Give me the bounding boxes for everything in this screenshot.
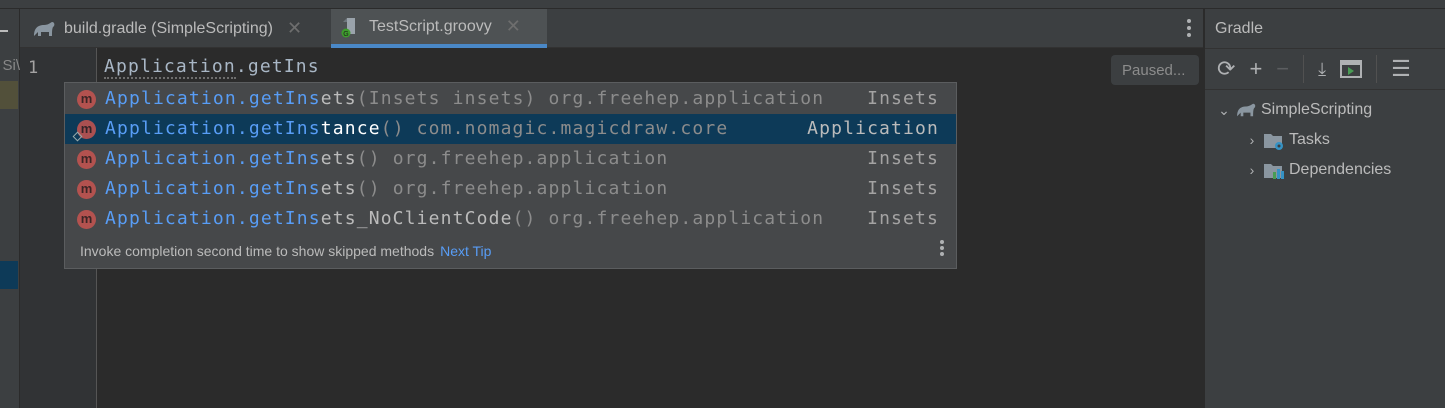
run-task-icon[interactable] (1340, 60, 1363, 78)
return-type: Insets (867, 88, 939, 109)
completion-item[interactable]: m Application.getInsets_NoClientCode() or… (65, 204, 956, 234)
code-class-ref: Application (104, 56, 236, 79)
method-params-location: () org.freehep.application (512, 208, 825, 229)
method-icon: m (77, 150, 96, 169)
method-params-location: () org.freehep.application (356, 148, 669, 169)
matched-text: Application.getIns (105, 178, 321, 199)
completion-item[interactable]: m Application.getInsets() org.freehep.app… (65, 174, 956, 204)
tasks-folder-icon (1263, 132, 1285, 150)
method-suffix: ets_NoClientCode (320, 208, 513, 229)
more-tabs-icon[interactable] (1187, 19, 1191, 37)
minimize-icon[interactable] (0, 30, 8, 32)
method-suffix: tance (320, 118, 381, 139)
project-selected-row (0, 261, 18, 289)
project-highlight-row (0, 81, 18, 109)
completion-signature: Application.getInsets_NoClientCode() org… (105, 208, 824, 229)
tree-item-label: Tasks (1289, 131, 1330, 148)
gradle-tool-window: Gradle ⟳ + − ⤓ ☰ ⌄ SimpleScripting › Tasks ›… (1204, 9, 1445, 408)
status-indicator: Paused... (1111, 55, 1199, 85)
popup-options-icon[interactable] (940, 240, 944, 256)
matched-text: Application.getIns (105, 118, 321, 139)
code-line[interactable]: Application.getIns (104, 56, 320, 79)
project-panel-edge[interactable]: \Si (0, 9, 20, 408)
svg-text:G: G (343, 31, 348, 38)
close-tab-icon[interactable]: ✕ (287, 18, 302, 39)
method-suffix: ets (320, 178, 357, 199)
toolbar-separator (1376, 55, 1378, 83)
add-icon[interactable]: + (1249, 56, 1262, 82)
gradle-toolbar: ⟳ + − ⤓ ☰ (1205, 48, 1445, 90)
toolbar-separator (1303, 55, 1305, 83)
tree-item-label: SimpleScripting (1261, 101, 1373, 118)
gradle-project-icon (1235, 102, 1257, 118)
line-number: 1 (28, 58, 39, 78)
tree-item[interactable]: › Dependencies (1205, 155, 1445, 185)
method-params-location: () com.nomagic.magicdraw.core (380, 118, 729, 139)
download-icon[interactable]: ⤓ (1318, 59, 1326, 80)
completion-item[interactable]: m Application.getInstance() com.nomagic.m… (65, 114, 956, 144)
dependencies-folder-icon (1263, 162, 1285, 179)
refresh-icon[interactable]: ⟳ (1217, 56, 1235, 82)
next-tip-link[interactable]: Next Tip (440, 243, 491, 259)
completion-item[interactable]: m Application.getInsets(Insets insets) or… (65, 84, 956, 114)
return-type: Insets (867, 178, 939, 199)
completion-item[interactable]: m Application.getInsets() org.freehep.app… (65, 144, 956, 174)
chevron-down-icon[interactable]: ⌄ (1217, 102, 1231, 119)
method-icon: m (77, 180, 96, 199)
matched-text: Application.getIns (105, 148, 321, 169)
remove-icon[interactable]: − (1276, 56, 1289, 82)
tab-testscript-groovy[interactable]: G TestScript.groovy ✕ (331, 9, 547, 48)
tree-item[interactable]: ⌄ SimpleScripting (1205, 95, 1445, 125)
method-params-location: () org.freehep.application (356, 178, 669, 199)
groovy-file-icon: G (341, 17, 355, 38)
code-typed-text: .getIns (235, 56, 320, 77)
gradle-tree: ⌄ SimpleScripting › Tasks › Dependencies (1205, 95, 1445, 185)
completion-hint: Invoke completion second time to show sk… (80, 243, 491, 259)
editor-tab-bar: build.gradle (SimpleScripting) ✕ G TestS… (20, 9, 1203, 48)
method-icon: m (77, 90, 96, 109)
title-bar (0, 0, 1445, 9)
completion-signature: Application.getInsets() org.freehep.appl… (105, 148, 668, 169)
tree-item-label: Dependencies (1289, 161, 1392, 178)
return-type: Insets (867, 208, 939, 229)
completion-popup: m Application.getInsets(Insets insets) or… (64, 82, 957, 269)
close-tab-icon[interactable]: ✕ (506, 16, 521, 37)
matched-text: Application.getIns (105, 88, 321, 109)
matched-text: Application.getIns (105, 208, 321, 229)
method-icon: m (77, 210, 96, 229)
tab-label: TestScript.groovy (369, 17, 492, 35)
completion-signature: Application.getInstance() com.nomagic.ma… (105, 118, 728, 139)
tab-build-gradle[interactable]: build.gradle (SimpleScripting) ✕ (22, 9, 312, 48)
chevron-right-icon[interactable]: › (1245, 162, 1259, 178)
project-path-fragment: \Si (2, 57, 20, 74)
completion-signature: Application.getInsets(Insets insets) org… (105, 88, 824, 109)
method-suffix: ets (320, 88, 357, 109)
return-type: Application (807, 118, 939, 139)
return-type: Insets (867, 148, 939, 169)
gradle-title: Gradle (1215, 20, 1264, 37)
gradle-elephant-icon (34, 21, 55, 36)
expand-all-icon[interactable]: ☰ (1391, 56, 1411, 82)
hint-text: Invoke completion second time to show sk… (80, 243, 435, 259)
completion-signature: Application.getInsets() org.freehep.appl… (105, 178, 668, 199)
tree-item[interactable]: › Tasks (1205, 125, 1445, 155)
method-params-location: (Insets insets) org.freehep.application (356, 88, 825, 109)
tab-label: build.gradle (SimpleScripting) (64, 19, 273, 37)
chevron-right-icon[interactable]: › (1245, 132, 1259, 148)
method-suffix: ets (320, 148, 357, 169)
